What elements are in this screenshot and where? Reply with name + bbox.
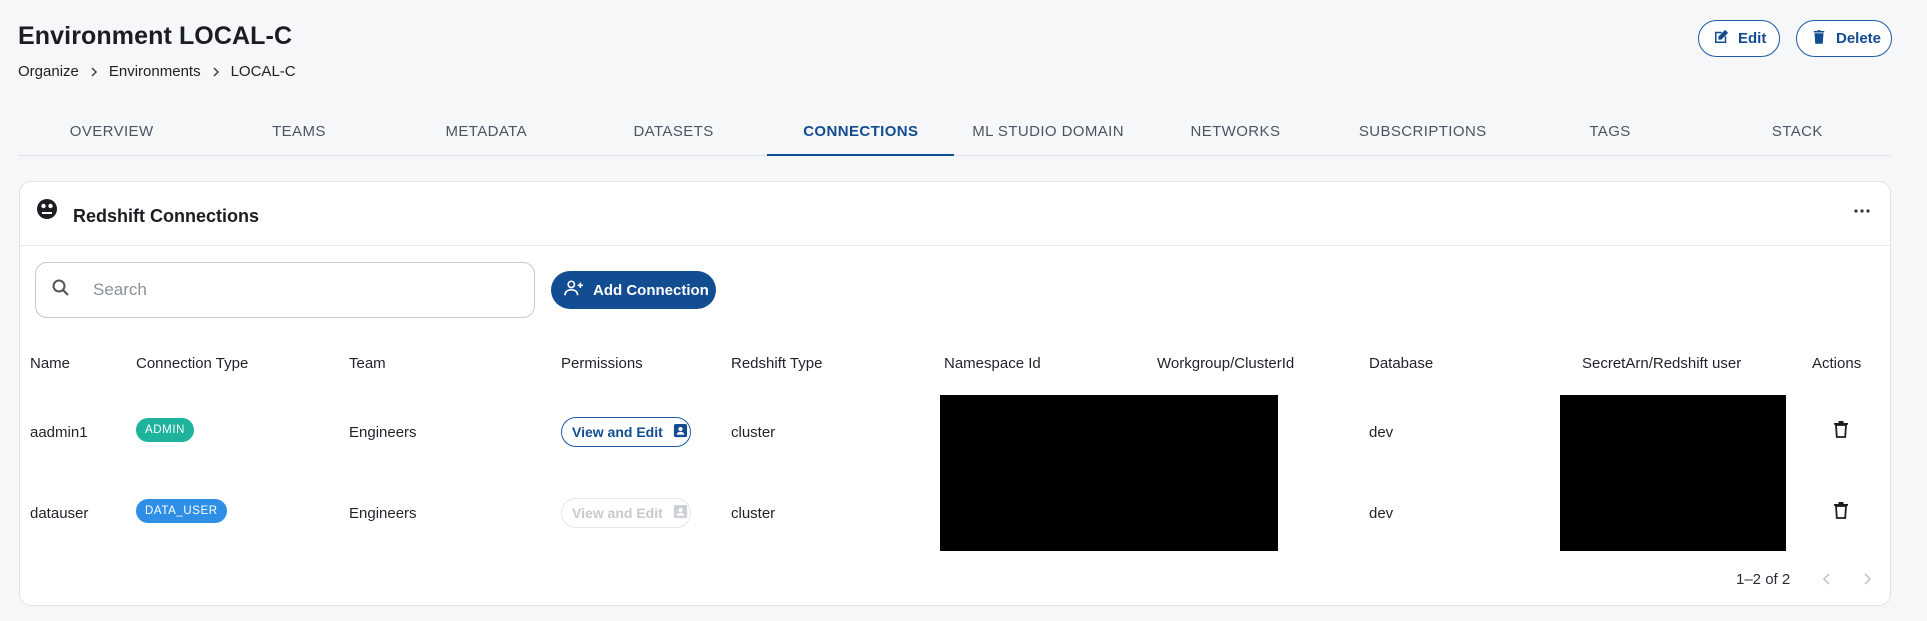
edit-icon [1712,28,1730,50]
card-header: Redshift Connections [20,182,1890,246]
column-header-secretarn[interactable]: SecretArn/Redshift user [1582,355,1741,372]
page-title: Environment LOCAL-C [18,22,293,50]
tab-networks[interactable]: NETWORKS [1142,108,1329,155]
chevron-right-icon[interactable] [1858,570,1876,588]
column-header-namespace-id[interactable]: Namespace Id [944,355,1041,372]
permission-label: View and Edit [572,505,663,521]
tab-tags[interactable]: TAGS [1516,108,1703,155]
row-1-database: dev [1369,424,1394,441]
card-title: Redshift Connections [73,206,260,226]
delete-row-icon[interactable] [1833,501,1849,519]
breadcrumb-environments[interactable]: Environments [109,63,201,80]
connection-type-badge: ADMIN [136,418,195,442]
add-connection-button[interactable]: Add Connection [551,271,716,309]
more-options-icon[interactable] [1852,204,1872,216]
tab-subscriptions[interactable]: SUBSCRIPTIONS [1329,108,1516,155]
row-1-redshift-type: cluster [731,424,776,441]
tab-stack[interactable]: STACK [1704,108,1891,155]
tab-metadata[interactable]: METADATA [393,108,580,155]
edit-label: Edit [1738,30,1767,47]
search-input[interactable] [93,280,513,300]
edit-button[interactable]: Edit [1698,20,1780,57]
row-2-team: Engineers [349,505,417,522]
tab-overview[interactable]: OVERVIEW [18,108,205,155]
redacted-namespace-workgroup [940,395,1278,551]
column-header-connection-type[interactable]: Connection Type [136,355,248,372]
delete-button[interactable]: Delete [1796,20,1892,57]
contact-card-icon [673,504,688,522]
tab-ml-studio-domain[interactable]: ML STUDIO DOMAIN [954,108,1141,155]
column-header-permissions[interactable]: Permissions [561,355,643,372]
column-header-database[interactable]: Database [1369,355,1433,372]
pagination-label: 1–2 of 2 [1736,571,1791,588]
chevron-right-icon [79,66,109,78]
row-2-name: datauser [30,505,89,522]
column-header-name[interactable]: Name [30,355,70,372]
redshift-connections-card: Redshift Connections Add Connection Name… [19,181,1891,606]
add-connection-label: Add Connection [593,281,709,299]
redacted-secret-arn [1560,395,1786,551]
row-1-team: Engineers [349,424,417,441]
breadcrumb: Organize Environments LOCAL-C [18,63,296,80]
row-1-name: aadmin1 [30,424,88,441]
column-header-workgroup-clusterid[interactable]: Workgroup/ClusterId [1157,355,1294,372]
column-header-team[interactable]: Team [349,355,386,372]
tab-datasets[interactable]: DATASETS [580,108,767,155]
search-field[interactable] [35,262,535,318]
delete-row-icon[interactable] [1833,420,1849,438]
search-icon [51,278,71,303]
delete-label: Delete [1836,30,1882,47]
view-and-edit-button-disabled: View and Edit [561,498,691,528]
breadcrumb-local-c: LOCAL-C [230,63,296,80]
trash-icon [1810,28,1828,50]
tab-teams[interactable]: TEAMS [205,108,392,155]
redshift-icon [36,198,58,220]
connection-type-badge: DATA_USER [136,499,227,523]
row-2-redshift-type: cluster [731,505,776,522]
chevron-left-icon[interactable] [1818,570,1836,588]
tab-connections[interactable]: CONNECTIONS [767,108,955,156]
column-header-actions: Actions [1812,355,1862,372]
view-and-edit-button[interactable]: View and Edit [561,417,691,447]
permission-label: View and Edit [572,424,663,440]
tab-bar: OVERVIEW TEAMS METADATA DATASETS CONNECT… [18,108,1891,156]
contact-card-icon [673,423,688,441]
column-header-redshift-type[interactable]: Redshift Type [731,355,822,372]
breadcrumb-organize[interactable]: Organize [18,63,79,80]
add-user-icon [563,279,585,301]
row-2-database: dev [1369,505,1394,522]
chevron-right-icon [201,66,231,78]
